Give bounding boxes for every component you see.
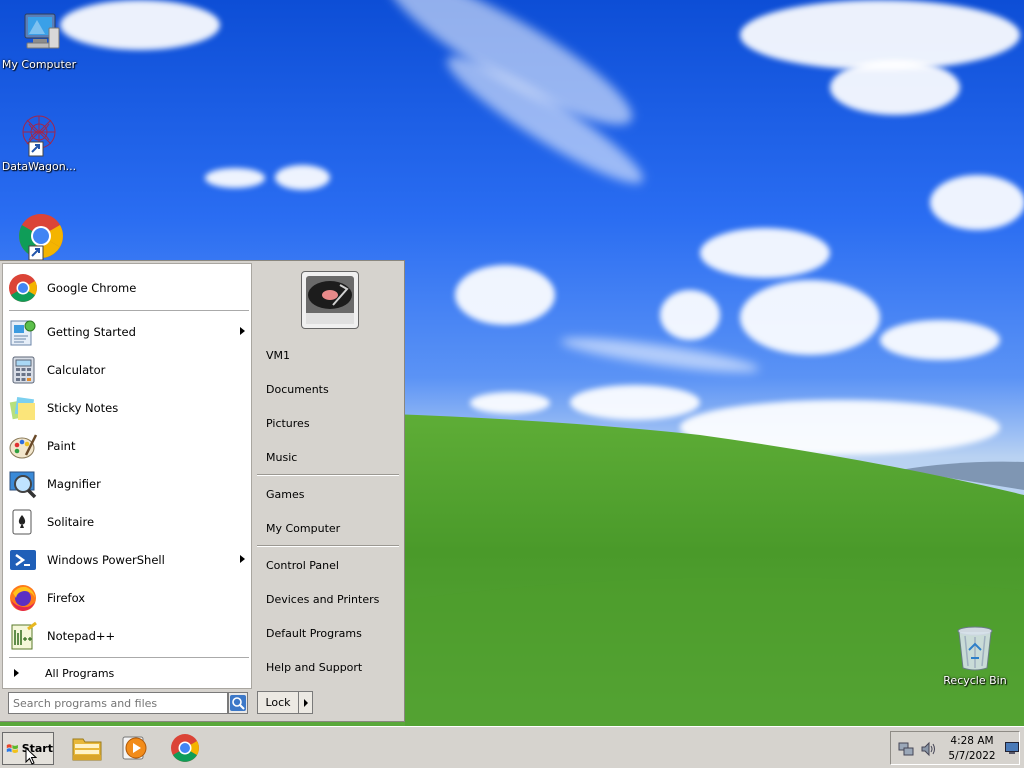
start-menu-places-pane: VM1 Documents Pictures Music Games My Co… — [255, 263, 402, 689]
submenu-arrow-icon — [240, 327, 245, 335]
magnifier-icon — [7, 468, 39, 500]
start-menu-item-label: Paint — [47, 439, 76, 453]
start-menu-programs-pane: Google Chrome Getting Started Calculator… — [2, 263, 252, 689]
places-separator — [257, 545, 399, 547]
desktop-icon-chrome[interactable] — [0, 212, 78, 260]
places-item-vm1[interactable]: VM1 — [262, 344, 400, 366]
taskbar: Start 4:28 AM 5/7/2022 — [0, 726, 1024, 768]
all-programs-button[interactable]: All Programs — [7, 662, 251, 684]
places-item-default-programs[interactable]: Default Programs — [262, 622, 400, 644]
windows-logo-icon — [6, 743, 18, 753]
places-item-my-computer[interactable]: My Computer — [262, 517, 400, 539]
start-menu-item-windows-powershell[interactable]: Windows PowerShell — [7, 542, 251, 578]
show-desktop-icon[interactable] — [1005, 742, 1019, 754]
places-item-music[interactable]: Music — [262, 446, 400, 468]
chrome-icon — [7, 272, 39, 304]
start-menu-item-label: Windows PowerShell — [47, 553, 165, 567]
desktop-icon-label: My Computer — [1, 58, 77, 71]
start-menu-item-google-chrome[interactable]: Google Chrome — [7, 270, 251, 306]
mouse-cursor-icon — [25, 747, 37, 765]
clock[interactable]: 4:28 AM 5/7/2022 — [943, 734, 1001, 764]
search-icon — [230, 695, 246, 711]
start-menu-item-firefox[interactable]: Firefox — [7, 580, 251, 616]
start-menu-item-label: Solitaire — [47, 515, 95, 529]
start-menu-item-label: Getting Started — [47, 325, 136, 339]
my-computer-icon — [24, 13, 60, 49]
places-item-devices-and-printers[interactable]: Devices and Printers — [262, 588, 400, 610]
start-menu-item-notepad-plus-plus[interactable]: Notepad++ — [7, 618, 251, 654]
solitaire-icon — [7, 506, 39, 538]
start-menu-separator — [9, 310, 249, 312]
start-menu: Google Chrome Getting Started Calculator… — [0, 260, 405, 722]
start-menu-item-label: Calculator — [47, 363, 106, 377]
all-programs-label: All Programs — [45, 666, 115, 680]
desktop-icon-datawagon[interactable]: DataWagon... — [0, 110, 78, 173]
file-explorer-icon — [72, 738, 102, 761]
start-menu-item-label: Magnifier — [47, 477, 101, 491]
places-separator — [257, 474, 399, 476]
start-menu-item-sticky-notes[interactable]: Sticky Notes — [7, 390, 251, 426]
chevron-right-icon — [303, 698, 308, 707]
user-avatar[interactable] — [301, 271, 359, 329]
search-programs-input[interactable] — [8, 692, 228, 714]
places-item-help-and-support[interactable]: Help and Support — [262, 656, 400, 678]
submenu-arrow-icon — [240, 555, 245, 563]
chrome-icon — [171, 734, 199, 762]
places-item-documents[interactable]: Documents — [262, 378, 400, 400]
places-item-control-panel[interactable]: Control Panel — [262, 554, 400, 576]
powershell-icon — [7, 544, 39, 576]
notepad-plus-plus-icon — [7, 620, 39, 652]
getting-started-icon — [7, 316, 39, 348]
start-menu-item-paint[interactable]: Paint — [7, 428, 251, 464]
desktop-icon-my-computer[interactable]: My Computer — [0, 8, 78, 71]
recycle-bin-icon — [957, 626, 993, 671]
search-button[interactable] — [228, 692, 248, 714]
network-icon[interactable] — [898, 741, 914, 757]
chrome-icon — [19, 214, 63, 260]
turntable-avatar-icon — [306, 276, 354, 324]
taskbar-media-player[interactable] — [118, 732, 152, 764]
all-programs-arrow-icon — [14, 669, 19, 677]
start-menu-item-label: Firefox — [47, 591, 86, 605]
clock-time: 4:28 AM — [950, 735, 994, 747]
media-player-icon — [122, 736, 147, 760]
start-button[interactable]: Start — [2, 732, 54, 765]
firefox-icon — [7, 582, 39, 614]
clock-date: 5/7/2022 — [948, 750, 996, 762]
start-menu-item-calculator[interactable]: Calculator — [7, 352, 251, 388]
start-menu-item-solitaire[interactable]: Solitaire — [7, 504, 251, 540]
start-menu-item-label: Sticky Notes — [47, 401, 119, 415]
taskbar-chrome[interactable] — [168, 732, 202, 764]
start-menu-separator — [9, 657, 249, 659]
start-menu-item-label: Notepad++ — [47, 629, 116, 643]
desktop-icon-label: Recycle Bin — [943, 674, 1007, 687]
volume-icon[interactable] — [920, 741, 936, 757]
sticky-notes-icon — [7, 392, 39, 424]
datawagon-icon — [22, 115, 56, 157]
desktop-icon-recycle-bin[interactable]: Recycle Bin — [936, 624, 1014, 687]
start-menu-item-magnifier[interactable]: Magnifier — [7, 466, 251, 502]
places-item-pictures[interactable]: Pictures — [262, 412, 400, 434]
taskbar-file-explorer[interactable] — [70, 732, 104, 764]
paint-icon — [7, 430, 39, 462]
lock-button[interactable]: Lock — [257, 691, 299, 714]
system-tray: 4:28 AM 5/7/2022 — [890, 731, 1020, 765]
start-menu-item-getting-started[interactable]: Getting Started — [7, 314, 251, 350]
desktop-icon-label: DataWagon... — [1, 160, 77, 173]
lock-options-button[interactable] — [299, 691, 313, 714]
calculator-icon — [7, 354, 39, 386]
places-item-games[interactable]: Games — [262, 483, 400, 505]
start-menu-item-label: Google Chrome — [47, 281, 137, 295]
